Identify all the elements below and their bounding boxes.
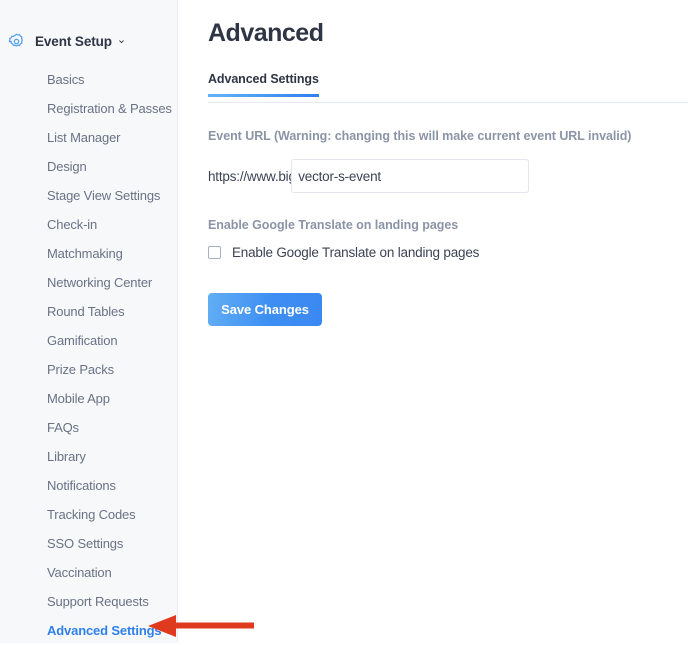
main-content: Advanced Advanced Settings Event URL (Wa… <box>178 0 688 643</box>
chevron-down-icon: ⌄ <box>116 33 127 46</box>
google-translate-checkbox-label: Enable Google Translate on landing pages <box>232 245 480 260</box>
google-translate-label: Enable Google Translate on landing pages <box>208 218 459 232</box>
sidebar-item-faqs[interactable]: FAQs <box>0 413 177 442</box>
gear-icon <box>8 33 23 47</box>
google-translate-checkbox[interactable] <box>208 246 221 259</box>
event-url-input[interactable] <box>291 159 530 193</box>
tab-bar: Advanced Settings <box>208 70 688 103</box>
event-url-label: Event URL (Warning: changing this will m… <box>208 129 632 143</box>
sidebar-menu: Basics Registration & Passes List Manager D… <box>0 65 177 645</box>
sidebar-item-library[interactable]: Library <box>0 442 177 471</box>
sidebar-item-advanced-settings[interactable]: Advanced Settings <box>0 616 177 645</box>
page-title: Advanced <box>208 19 324 47</box>
event-url-section: Event URL (Warning: changing this will m… <box>208 129 688 193</box>
save-changes-button[interactable]: Save Changes <box>208 293 322 326</box>
event-url-row: https://www.bigmarker.com/series/ <box>208 159 688 193</box>
sidebar-item-round-tables[interactable]: Round Tables <box>0 297 177 326</box>
sidebar-item-networking-center[interactable]: Networking Center <box>0 268 177 297</box>
sidebar-item-prize-packs[interactable]: Prize Packs <box>0 355 177 384</box>
sidebar-item-basics[interactable]: Basics <box>0 65 177 94</box>
sidebar-item-check-in[interactable]: Check-in <box>0 210 177 239</box>
sidebar: Event Setup ⌄ Basics Registration & Passe… <box>0 0 178 643</box>
sidebar-item-stage-view-settings[interactable]: Stage View Settings <box>0 181 177 210</box>
sidebar-item-sso-settings[interactable]: SSO Settings <box>0 529 177 558</box>
sidebar-header-event-setup[interactable]: Event Setup ⌄ <box>0 26 177 56</box>
sidebar-item-notifications[interactable]: Notifications <box>0 471 177 500</box>
app-root: Event Setup ⌄ Basics Registration & Passe… <box>0 0 688 643</box>
sidebar-item-support-requests[interactable]: Support Requests <box>0 587 177 616</box>
google-translate-checkbox-row[interactable]: Enable Google Translate on landing pages <box>208 245 688 260</box>
tab-advanced-settings[interactable]: Advanced Settings <box>208 72 319 97</box>
sidebar-item-registration-passes[interactable]: Registration & Passes <box>0 94 177 123</box>
sidebar-item-gamification[interactable]: Gamification <box>0 326 177 355</box>
sidebar-item-vaccination[interactable]: Vaccination <box>0 558 177 587</box>
google-translate-section: Enable Google Translate on landing pages… <box>208 218 688 260</box>
sidebar-header-label: Event Setup <box>35 33 112 49</box>
sidebar-item-tracking-codes[interactable]: Tracking Codes <box>0 500 177 529</box>
sidebar-item-mobile-app[interactable]: Mobile App <box>0 384 177 413</box>
sidebar-item-design[interactable]: Design <box>0 152 177 181</box>
sidebar-item-matchmaking[interactable]: Matchmaking <box>0 239 177 268</box>
sidebar-item-list-manager[interactable]: List Manager <box>0 123 177 152</box>
